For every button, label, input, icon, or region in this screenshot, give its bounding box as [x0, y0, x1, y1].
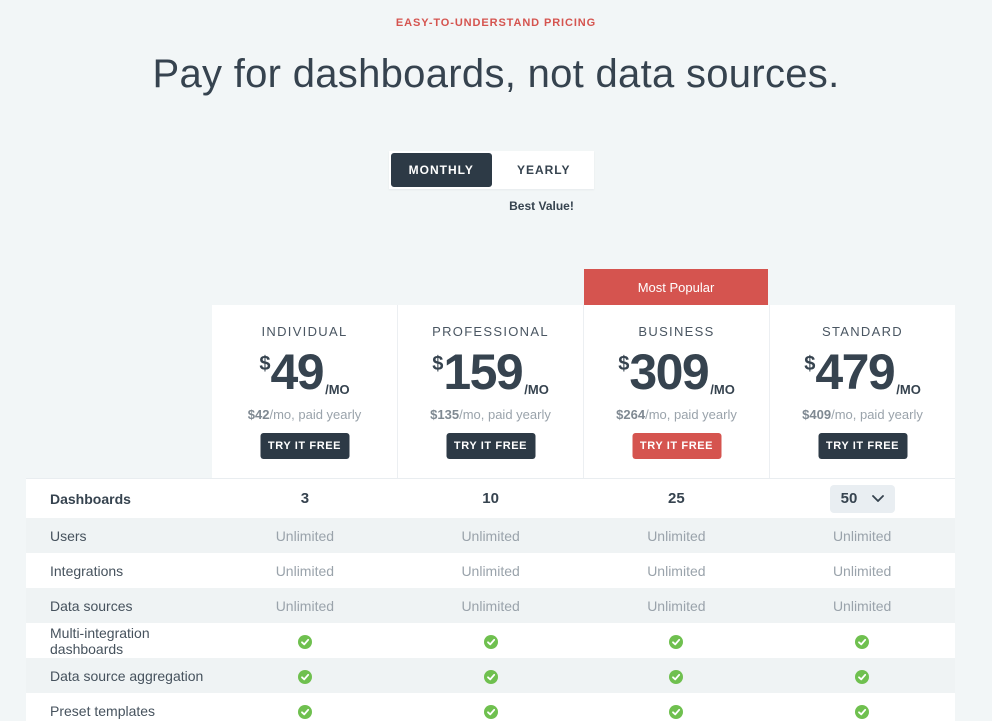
- feature-value: [584, 632, 770, 648]
- plan-name: STANDARD: [770, 324, 955, 339]
- price-period: /MO: [524, 382, 549, 397]
- table-row-data-sources: Data sources Unlimited Unlimited Unlimit…: [26, 588, 955, 623]
- plan-card-business: BUSINESS $ 309 /MO $264/mo, paid yearly …: [583, 305, 769, 478]
- feature-value: Unlimited: [398, 528, 584, 544]
- check-icon: [298, 670, 312, 684]
- check-icon: [298, 705, 312, 719]
- check-icon: [855, 635, 869, 649]
- feature-value: Unlimited: [584, 528, 770, 544]
- feature-value: 25: [584, 490, 770, 507]
- plan-price: $ 159 /MO: [398, 348, 583, 404]
- yearly-price-note: $135/mo, paid yearly: [398, 407, 583, 422]
- check-icon: [669, 635, 683, 649]
- feature-label: Users: [26, 528, 212, 544]
- check-icon: [855, 670, 869, 684]
- feature-value: [398, 632, 584, 648]
- price-amount: 49: [270, 348, 323, 397]
- plan-card-standard: STANDARD $ 479 /MO $409/mo, paid yearly …: [769, 305, 955, 478]
- price-amount: 479: [815, 348, 894, 397]
- plan-price: $ 309 /MO: [584, 348, 769, 404]
- feature-comparison-table: Dashboards 3 10 25 50 Users Unlimited Un…: [26, 478, 955, 721]
- plan-price: $ 479 /MO: [770, 348, 955, 404]
- best-value-note: Best Value!: [489, 199, 594, 213]
- billing-toggle: MONTHLY YEARLY: [389, 151, 594, 189]
- plan-card-individual: INDIVIDUAL $ 49 /MO $42/mo, paid yearly …: [212, 305, 397, 478]
- plan-card-professional: PROFESSIONAL $ 159 /MO $135/mo, paid yea…: [397, 305, 583, 478]
- feature-value: [769, 667, 955, 683]
- table-row-integrations: Integrations Unlimited Unlimited Unlimit…: [26, 553, 955, 588]
- pricing-cards: INDIVIDUAL $ 49 /MO $42/mo, paid yearly …: [212, 305, 955, 478]
- feature-value: Unlimited: [212, 563, 398, 579]
- check-icon: [855, 705, 869, 719]
- feature-value: Unlimited: [398, 598, 584, 614]
- feature-value: Unlimited: [769, 598, 955, 614]
- plan-price: $ 49 /MO: [212, 348, 397, 404]
- feature-value: Unlimited: [398, 563, 584, 579]
- check-icon: [484, 635, 498, 649]
- feature-value: [769, 632, 955, 648]
- page-title: Pay for dashboards, not data sources.: [0, 52, 992, 97]
- feature-value: 10: [398, 490, 584, 507]
- chevron-down-icon: [872, 495, 884, 502]
- feature-value: [584, 702, 770, 718]
- table-row-multi-integration-dashboards: Multi-integration dashboards: [26, 623, 955, 658]
- feature-label: Integrations: [26, 563, 212, 579]
- feature-value: 50: [769, 485, 955, 513]
- monthly-toggle-button[interactable]: MONTHLY: [389, 151, 494, 189]
- currency-symbol: $: [618, 353, 629, 376]
- try-it-free-button[interactable]: TRY IT FREE: [632, 433, 721, 459]
- dashboards-count-select[interactable]: 50: [830, 485, 895, 513]
- feature-value: Unlimited: [769, 528, 955, 544]
- price-amount: 159: [443, 348, 522, 397]
- feature-value: Unlimited: [584, 563, 770, 579]
- price-period: /MO: [325, 382, 350, 397]
- try-it-free-button[interactable]: TRY IT FREE: [260, 433, 349, 459]
- feature-value: Unlimited: [769, 563, 955, 579]
- feature-value: [398, 702, 584, 718]
- price-period: /MO: [710, 382, 735, 397]
- feature-label: Data source aggregation: [26, 668, 212, 684]
- plan-name: BUSINESS: [584, 324, 769, 339]
- feature-value: Unlimited: [212, 598, 398, 614]
- feature-value: [769, 702, 955, 718]
- feature-value: Unlimited: [584, 598, 770, 614]
- feature-label: Dashboards: [26, 491, 212, 507]
- check-icon: [484, 705, 498, 719]
- currency-symbol: $: [804, 353, 815, 376]
- table-row-data-source-aggregation: Data source aggregation: [26, 658, 955, 693]
- check-icon: [669, 670, 683, 684]
- currency-symbol: $: [259, 353, 270, 376]
- plan-name: PROFESSIONAL: [398, 324, 583, 339]
- feature-label: Multi-integration dashboards: [26, 625, 212, 657]
- feature-value: [584, 667, 770, 683]
- pricing-page: EASY-TO-UNDERSTAND PRICING Pay for dashb…: [0, 0, 992, 721]
- feature-value: [212, 667, 398, 683]
- feature-label: Data sources: [26, 598, 212, 614]
- check-icon: [298, 635, 312, 649]
- currency-symbol: $: [432, 353, 443, 376]
- price-amount: 309: [629, 348, 708, 397]
- yearly-price-note: $409/mo, paid yearly: [770, 407, 955, 422]
- feature-value: 3: [212, 490, 398, 507]
- table-row-users: Users Unlimited Unlimited Unlimited Unli…: [26, 518, 955, 553]
- eyebrow-label: EASY-TO-UNDERSTAND PRICING: [0, 17, 992, 29]
- price-period: /MO: [896, 382, 921, 397]
- table-row-dashboards: Dashboards 3 10 25 50: [26, 479, 955, 518]
- most-popular-badge: Most Popular: [584, 269, 768, 305]
- check-icon: [484, 670, 498, 684]
- plan-name: INDIVIDUAL: [212, 324, 397, 339]
- feature-label: Preset templates: [26, 703, 212, 719]
- check-icon: [669, 705, 683, 719]
- feature-value: [212, 702, 398, 718]
- feature-value: Unlimited: [212, 528, 398, 544]
- feature-value: [398, 667, 584, 683]
- yearly-toggle-button[interactable]: YEARLY: [494, 151, 595, 189]
- yearly-price-note: $264/mo, paid yearly: [584, 407, 769, 422]
- feature-value: [212, 632, 398, 648]
- try-it-free-button[interactable]: TRY IT FREE: [446, 433, 535, 459]
- try-it-free-button[interactable]: TRY IT FREE: [818, 433, 907, 459]
- yearly-price-note: $42/mo, paid yearly: [212, 407, 397, 422]
- table-row-preset-templates: Preset templates: [26, 693, 955, 721]
